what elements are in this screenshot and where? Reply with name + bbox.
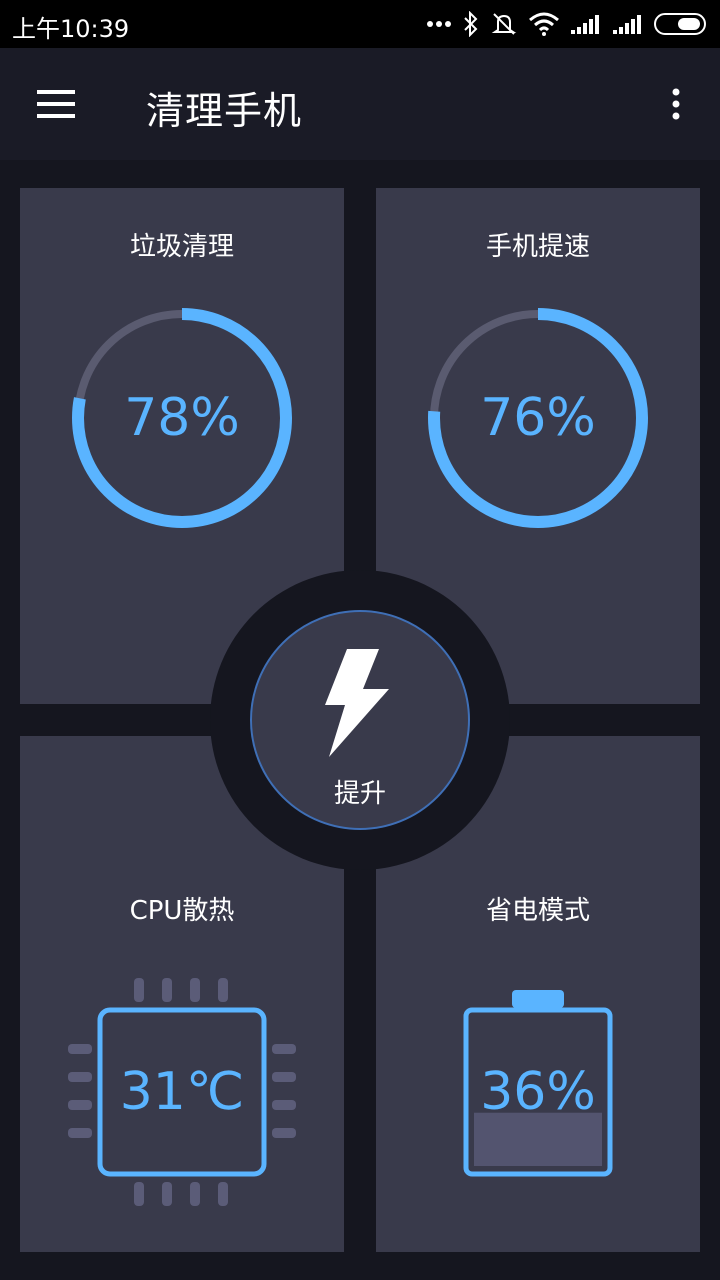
battery-percent-value: 36%: [480, 1062, 596, 1122]
page-title: 清理手机: [146, 89, 303, 133]
overflow-menu-button[interactable]: [656, 78, 696, 132]
card-title: CPU散热: [129, 896, 235, 926]
more-dots-icon: [427, 21, 451, 27]
status-time: 上午10:39: [12, 15, 130, 43]
menu-button[interactable]: [26, 74, 86, 134]
speed-percent-value: 76%: [480, 388, 596, 448]
junk-percent-value: 78%: [124, 388, 240, 448]
mute-icon: [491, 13, 517, 35]
status-bar: 上午10:39: [0, 0, 720, 48]
wifi-icon: [529, 12, 559, 36]
bluetooth-icon: [464, 11, 478, 37]
boost-button[interactable]: 提升: [251, 611, 469, 829]
overflow-menu-icon: [672, 88, 680, 120]
card-title: 省电模式: [485, 896, 590, 926]
hamburger-menu-icon: [37, 90, 75, 118]
lightning-icon: [325, 649, 389, 757]
status-icons: [426, 8, 708, 40]
cpu-temperature-value: 31℃: [119, 1062, 245, 1122]
app-bar: 清理手机: [0, 48, 720, 160]
signal-icon: [571, 15, 599, 34]
boost-label: 提升: [333, 779, 386, 809]
boost-hub: 提升: [210, 570, 510, 870]
card-title: 手机提速: [485, 232, 590, 262]
card-title: 垃圾清理: [129, 232, 234, 262]
battery-icon: [654, 13, 706, 35]
signal-icon: [613, 15, 641, 34]
